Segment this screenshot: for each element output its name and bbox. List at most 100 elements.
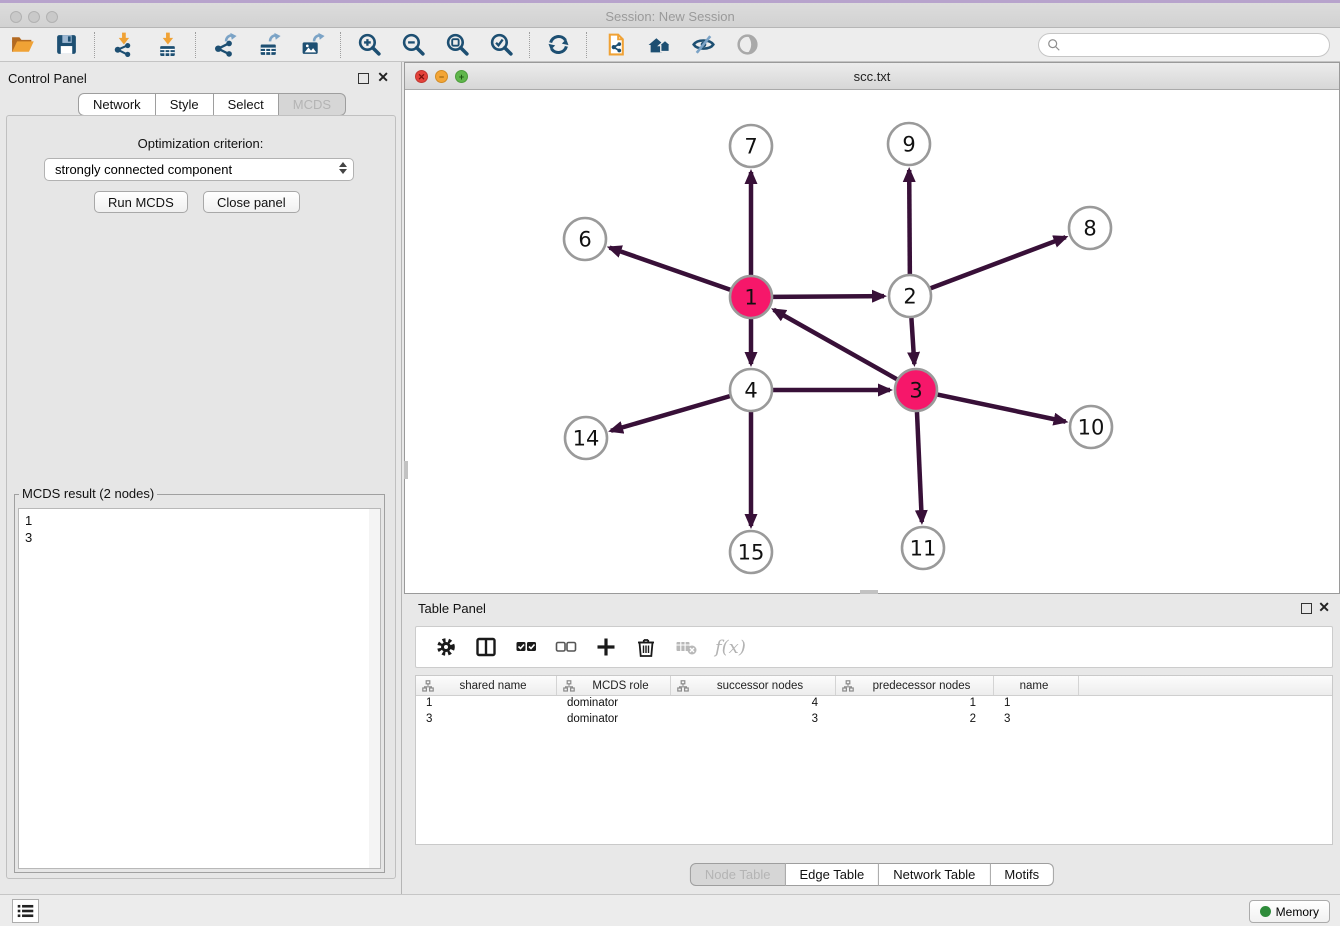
node-label: 15: [738, 541, 765, 565]
cell[interactable]: 3: [994, 712, 1079, 728]
network-canvas[interactable]: 7 9 6 8 1 2 4 3 14 10 15 11: [405, 90, 1339, 593]
memory-button[interactable]: Memory: [1249, 900, 1330, 923]
cell[interactable]: 3: [671, 712, 836, 728]
table-close-icon[interactable]: ✕: [1318, 599, 1330, 615]
mcds-result-scrollbar[interactable]: [369, 509, 380, 868]
task-history-button[interactable]: [12, 899, 39, 923]
graph-edge-2-9[interactable]: [909, 170, 910, 274]
run-mcds-button[interactable]: Run MCDS: [94, 191, 188, 213]
column-header-MCDS-role[interactable]: MCDS role: [557, 676, 671, 695]
column-header-predecessor-nodes[interactable]: predecessor nodes: [836, 676, 994, 695]
column-header-successor-nodes[interactable]: successor nodes: [671, 676, 836, 695]
graph-node-1[interactable]: 1: [730, 276, 772, 318]
graph-node-6[interactable]: 6: [564, 218, 606, 260]
graph-edge-3-11[interactable]: [917, 412, 922, 522]
selected-criterion: strongly connected component: [55, 162, 232, 177]
float-panel-icon[interactable]: [358, 73, 369, 84]
graph-edge-4-14[interactable]: [611, 396, 730, 431]
graph-edge-2-8[interactable]: [931, 237, 1066, 288]
table-panel-title: Table Panel: [418, 601, 486, 616]
node-label: 8: [1083, 217, 1096, 241]
import-network-icon[interactable]: [109, 32, 137, 58]
table-row[interactable]: 1dominator411: [416, 696, 1332, 712]
control-panel: Control Panel ✕ NetworkStyleSelectMCDS O…: [0, 62, 402, 894]
home-layout-icon[interactable]: [645, 32, 673, 58]
cell[interactable]: 4: [671, 696, 836, 712]
mcds-result-text[interactable]: 1 3: [18, 508, 381, 869]
select-all-icon[interactable]: [515, 634, 537, 660]
settings-gear-icon[interactable]: [435, 634, 457, 660]
cell[interactable]: 1: [416, 696, 557, 712]
graph-edge-1-2[interactable]: [773, 296, 884, 297]
tab-node-table[interactable]: Node Table: [690, 863, 786, 886]
export-table-icon[interactable]: [254, 32, 282, 58]
close-panel-icon[interactable]: ✕: [377, 69, 389, 85]
status-bar: Memory: [0, 894, 1340, 926]
column-header-shared-name[interactable]: shared name: [416, 676, 557, 695]
table-float-icon[interactable]: [1301, 603, 1312, 614]
graph-edge-1-6[interactable]: [610, 248, 731, 290]
toolbar-separator: [529, 32, 530, 58]
node-label: 7: [744, 135, 757, 159]
zoom-out-icon[interactable]: [399, 32, 427, 58]
control-panel-tabs: NetworkStyleSelectMCDS: [78, 93, 346, 116]
graph-node-8[interactable]: 8: [1069, 207, 1111, 249]
cell[interactable]: 2: [836, 712, 994, 728]
cell[interactable]: dominator: [557, 712, 671, 728]
graph-node-10[interactable]: 10: [1070, 406, 1112, 448]
open-file-icon[interactable]: [8, 32, 36, 58]
toolbar-separator: [340, 32, 341, 58]
graph-edge-3-1[interactable]: [774, 310, 897, 379]
graph-node-7[interactable]: 7: [730, 125, 772, 167]
export-network-icon[interactable]: [210, 32, 238, 58]
cell[interactable]: 1: [836, 696, 994, 712]
graph-node-9[interactable]: 9: [888, 123, 930, 165]
clone-network-icon[interactable]: [601, 32, 629, 58]
network-window-titlebar[interactable]: ✕ − + scc.txt: [405, 63, 1339, 90]
node-label: 4: [744, 379, 757, 403]
window-titlebar: Session: New Session: [0, 0, 1340, 28]
graph-edge-2-3[interactable]: [911, 318, 914, 364]
export-image-icon[interactable]: [298, 32, 326, 58]
graph-node-3[interactable]: 3: [895, 369, 937, 411]
tab-select[interactable]: Select: [214, 93, 279, 116]
disabled-toggle-icon[interactable]: [733, 32, 761, 58]
column-layout-icon[interactable]: [475, 634, 497, 660]
node-label: 9: [902, 133, 915, 157]
zoom-fit-icon[interactable]: [443, 32, 471, 58]
tab-style[interactable]: Style: [156, 93, 214, 116]
import-table-icon[interactable]: [153, 32, 181, 58]
column-header-name[interactable]: name: [994, 676, 1079, 695]
vertical-splitter-handle[interactable]: [404, 461, 408, 479]
zoom-in-icon[interactable]: [355, 32, 383, 58]
add-column-icon[interactable]: [595, 634, 617, 660]
refresh-icon[interactable]: [544, 32, 572, 58]
cell[interactable]: 1: [994, 696, 1079, 712]
search-box[interactable]: [1038, 33, 1330, 57]
graph-node-14[interactable]: 14: [565, 417, 607, 459]
graph-node-2[interactable]: 2: [889, 275, 931, 317]
graph-node-15[interactable]: 15: [730, 531, 772, 573]
tab-mcds[interactable]: MCDS: [279, 93, 346, 116]
tab-motifs[interactable]: Motifs: [990, 863, 1054, 886]
table-row[interactable]: 3dominator323: [416, 712, 1332, 728]
deselect-all-icon[interactable]: [555, 634, 577, 660]
graph-node-4[interactable]: 4: [730, 369, 772, 411]
graph-edge-3-10[interactable]: [938, 395, 1066, 422]
show-graphics-icon[interactable]: [689, 32, 717, 58]
close-panel-button[interactable]: Close panel: [203, 191, 300, 213]
tab-network[interactable]: Network: [78, 93, 156, 116]
graph-node-11[interactable]: 11: [902, 527, 944, 569]
optimization-criterion-select[interactable]: strongly connected component: [44, 158, 354, 181]
zoom-selected-icon[interactable]: [487, 32, 515, 58]
network-window-title: scc.txt: [405, 69, 1339, 84]
save-session-icon[interactable]: [52, 32, 80, 58]
cell[interactable]: 3: [416, 712, 557, 728]
search-input[interactable]: [1061, 35, 1329, 55]
tab-network-table[interactable]: Network Table: [879, 863, 990, 886]
delete-column-icon[interactable]: [635, 634, 657, 660]
toolbar-separator: [195, 32, 196, 58]
tab-edge-table[interactable]: Edge Table: [785, 863, 879, 886]
select-chevrons-icon: [339, 162, 347, 174]
cell[interactable]: dominator: [557, 696, 671, 712]
